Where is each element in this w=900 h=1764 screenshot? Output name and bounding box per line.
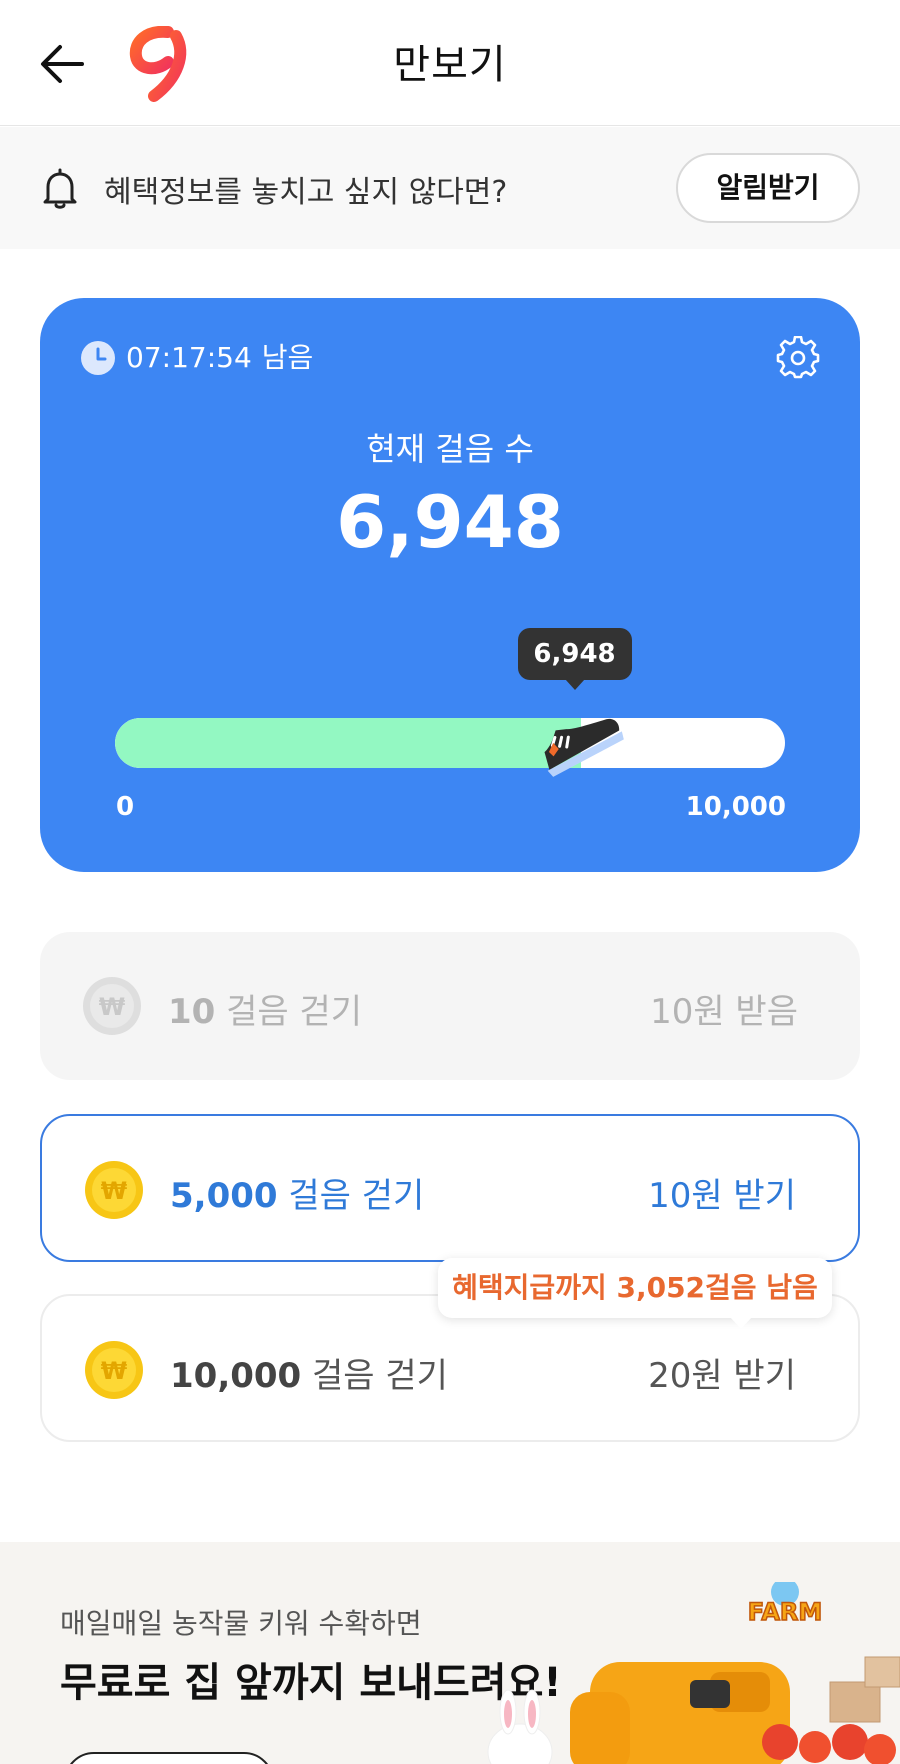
settings-gear-icon[interactable] (776, 336, 820, 380)
clock-icon (81, 341, 115, 375)
reward-amount: 20원 받기 (648, 1356, 796, 1396)
progress-min-label: 0 (116, 792, 135, 822)
svg-text:₩: ₩ (99, 993, 126, 1021)
notify-bar: 혜택정보를 놓치고 싶지 않다면? 알림받기 (0, 127, 900, 249)
app-header: 만보기 (0, 0, 900, 126)
reward-row-5000-steps[interactable]: ₩ 5,000 걸음 걷기 10원 받기 (40, 1114, 860, 1262)
farm-promo-banner[interactable]: 매일매일 농작물 키워 수확하면 무료로 집 앞까지 보내드려요! FARM (0, 1542, 900, 1764)
subscribe-alert-button[interactable]: 알림받기 (676, 153, 860, 223)
won-coin-icon: ₩ (85, 1161, 143, 1219)
steps-progress-track (115, 718, 785, 768)
banner-subtitle: 매일매일 농작물 키워 수확하면 (60, 1607, 422, 1640)
reward-amount: 10원 받음 (650, 992, 798, 1032)
progress-max-label: 10,000 (685, 792, 786, 822)
timer-value: 07:17:54 (126, 341, 252, 374)
reward-suffix: 걸음 걷기 (288, 1176, 425, 1216)
steps-progress-fill (115, 718, 581, 768)
progress-value-bubble: 6,948 (517, 628, 632, 690)
farm-logo: FARM (747, 1582, 823, 1627)
reward-title: 5,000 걸음 걷기 (170, 1168, 424, 1217)
reward-title: 10 걸음 걷기 (168, 984, 362, 1033)
reward-title: 10,000 걸음 걷기 (170, 1348, 448, 1397)
banner-cta-button[interactable] (64, 1752, 274, 1764)
page-title: 만보기 (393, 42, 507, 88)
won-coin-icon-claimed: ₩ (83, 977, 141, 1035)
reward-row-10-steps[interactable]: ₩ 10 걸음 걷기 10원 받음 (40, 932, 860, 1080)
reward-steps: 10,000 (170, 1356, 302, 1396)
svg-text:₩: ₩ (101, 1177, 128, 1205)
reward-steps: 5,000 (170, 1176, 278, 1216)
sneaker-icon (544, 718, 624, 777)
reward-suffix: 걸음 걷기 (226, 992, 363, 1032)
notify-message: 혜택정보를 놓치고 싶지 않다면? (104, 175, 508, 210)
bell-icon (43, 168, 77, 209)
remaining-timer: 07:17:54 남음 (126, 336, 313, 376)
timer-suffix: 남음 (261, 341, 314, 374)
farm-logo-text: FARM (748, 1598, 823, 1626)
reward-steps: 10 (168, 992, 216, 1032)
svg-text:₩: ₩ (101, 1357, 128, 1385)
won-coin-icon: ₩ (85, 1341, 143, 1399)
current-steps-value: 6,948 (336, 480, 564, 564)
claim-reward-button[interactable]: 10원 받기 (648, 1168, 796, 1217)
pedometer-card: 07:17:54 남음 현재 걸음 수 6,948 6,948 0 10,000 (40, 298, 860, 872)
current-steps-label: 현재 걸음 수 (366, 430, 534, 468)
farm-truck-illustration: FARM (487, 1582, 900, 1764)
reward-suffix: 걸음 걷기 (312, 1356, 448, 1396)
remaining-steps-tooltip: 혜택지급까지 3,052걸음 남음 (438, 1258, 832, 1329)
